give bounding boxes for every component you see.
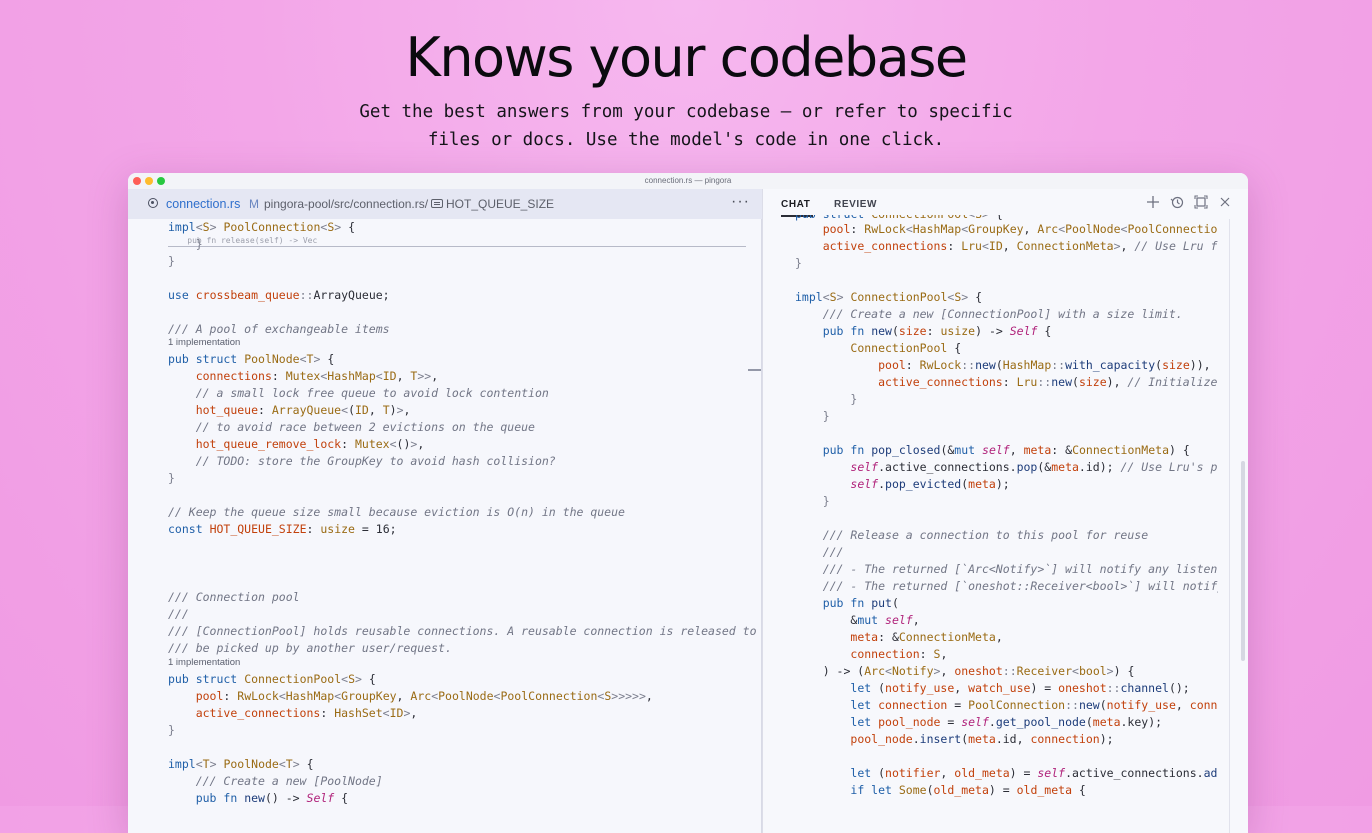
code-line: hot_queue: ArrayQueue<(ID, T)>, [195,403,411,417]
code-line: // to avoid race between 2 evictions on … [195,420,535,434]
chat-scrollbar[interactable] [1241,461,1245,661]
symbol-constant-icon [431,199,443,208]
code-lens[interactable]: 1 implementation [168,657,240,669]
editor-pane: connection.rs M pingora-pool/src/connect… [128,189,762,833]
code-line: } [822,409,830,423]
code-line: use crossbeam_queue::ArrayQueue; [168,288,390,302]
code-line: const HOT_QUEUE_SIZE: usize = 16; [168,522,397,536]
hero-subtitle-line-1: Get the best answers from your codebase … [359,102,1013,122]
code-line: pub fn pop_closed(&mut self, meta: &Conn… [822,443,1190,457]
minimap-marker[interactable] [748,369,761,371]
code-line: /// [ConnectionPool] holds reusable conn… [168,624,762,638]
code-line: pool: RwLock<HashMap<GroupKey, Arc<PoolN… [822,222,1218,236]
modified-badge: M [249,197,259,211]
code-line: /// - The returned [`oneshot::Receiver<b… [822,579,1218,593]
code-line: let connection = PoolConnection::new(not… [850,698,1218,712]
tab-review[interactable]: REVIEW [834,199,877,210]
window-titlebar: connection.rs — pingora [128,173,1248,189]
code-line: hot_queue_remove_lock: Mutex<()>, [195,437,425,451]
code-line: let pool_node = self.get_pool_node(meta.… [850,715,1163,729]
code-line: } [850,392,858,406]
code-line: } [795,256,802,270]
code-line: pool: RwLock<HashMap<GroupKey, Arc<PoolN… [195,689,653,703]
code-line: /// Connection pool [168,590,300,604]
plus-icon[interactable] [1145,195,1161,211]
code-line: /// Release a connection to this pool fo… [822,528,1149,542]
code-line: self.active_connections.pop(&meta.id); /… [850,460,1218,474]
code-line: /// A pool of exchangeable items [168,322,390,336]
rust-file-icon [148,198,158,208]
window-title: connection.rs — pingora [644,176,732,185]
code-line: } [822,494,830,508]
code-line: pub fn put( [822,596,899,610]
code-line: } [168,471,175,485]
code-line: // TODO: store the GroupKey to avoid has… [195,454,556,468]
chat-divider [1229,219,1230,833]
more-actions-button[interactable]: ··· [731,193,750,211]
code-line: pool: RwLock::new(HashMap::with_capacity… [878,358,1218,372]
code-line: /// [822,545,844,559]
chat-panel: CHAT REVIEW pub struct ConnectionPool<S>… [762,189,1248,833]
code-line: active_connections: HashSet<ID>, [195,706,418,720]
code-line: meta: &ConnectionMeta, [850,630,1003,644]
code-line: active_connections: Lru<ID, ConnectionMe… [822,239,1218,253]
code-line: let (notifier, old_meta) = self.active_c… [850,766,1218,780]
code-line: ConnectionPool { [850,341,962,355]
breadcrumb[interactable]: pingora-pool/src/connection.rs/ [264,197,428,211]
code-line: /// - The returned [`Arc<Notify>`] will … [822,562,1218,576]
hero-subtitle: Get the best answers from your codebase … [0,98,1372,154]
code-line: pub struct PoolNode<T> { [168,352,335,366]
code-line: ) -> (Arc<Notify>, oneshot::Receiver<boo… [795,664,1135,678]
code-line: // Keep the queue size small because evi… [168,505,625,519]
chat-code-block[interactable]: pub struct ConnectionPool<S> { pool: RwL… [795,215,1218,833]
hero-title: Knows your codebase [405,26,968,89]
tab-connection-rs[interactable]: connection.rs [166,197,240,211]
code-line: connections: Mutex<HashMap<ID, T>>, [195,369,439,383]
code-line: connection: S, [850,647,948,661]
code-line: /// Create a new [PoolNode] [195,774,383,788]
app-window: connection.rs — pingora connection.rs M … [128,173,1248,833]
editor-tab-bar: connection.rs M pingora-pool/src/connect… [128,189,762,219]
code-line: impl<S> ConnectionPool<S> { [795,290,983,304]
code-line: pub struct ConnectionPool<S> { [168,672,376,686]
code-line: pub fn new() -> Self { [195,791,349,805]
code-line: &mut self, [795,613,920,627]
history-icon[interactable] [1169,195,1185,211]
breadcrumb-symbol[interactable]: HOT_QUEUE_SIZE [446,197,554,211]
code-line: let (notify_use, watch_use) = oneshot::c… [850,681,1190,695]
maximize-icon[interactable] [1193,195,1209,211]
code-editor[interactable]: impl<S> PoolConnection<S> { pub fn relea… [168,219,762,833]
code-line: pub fn new(size: usize) -> Self { [822,324,1052,338]
code-lens[interactable]: 1 implementation [168,337,240,349]
code-line: /// Create a new [ConnectionPool] with a… [822,307,1183,321]
code-line: active_connections: Lru::new(size), // I… [878,375,1218,389]
hero-subtitle-line-2: files or docs. Use the model's code in o… [427,130,945,150]
close-icon[interactable] [1217,195,1233,211]
code-line: if let Some(old_meta) = old_meta { [850,783,1086,797]
tab-chat[interactable]: CHAT [781,199,810,210]
code-line: } [195,237,203,251]
code-line: self.pop_evicted(meta); [850,477,1010,491]
code-line: } [168,723,175,737]
code-line: pool_node.insert(meta.id, connection); [850,732,1114,746]
code-line: /// [168,607,189,621]
code-line: // a small lock free queue to avoid lock… [195,386,549,400]
code-line: } [168,254,175,268]
code-line: impl<T> PoolNode<T> { [168,757,314,771]
code-line: /// be picked up by another user/request… [168,641,452,655]
